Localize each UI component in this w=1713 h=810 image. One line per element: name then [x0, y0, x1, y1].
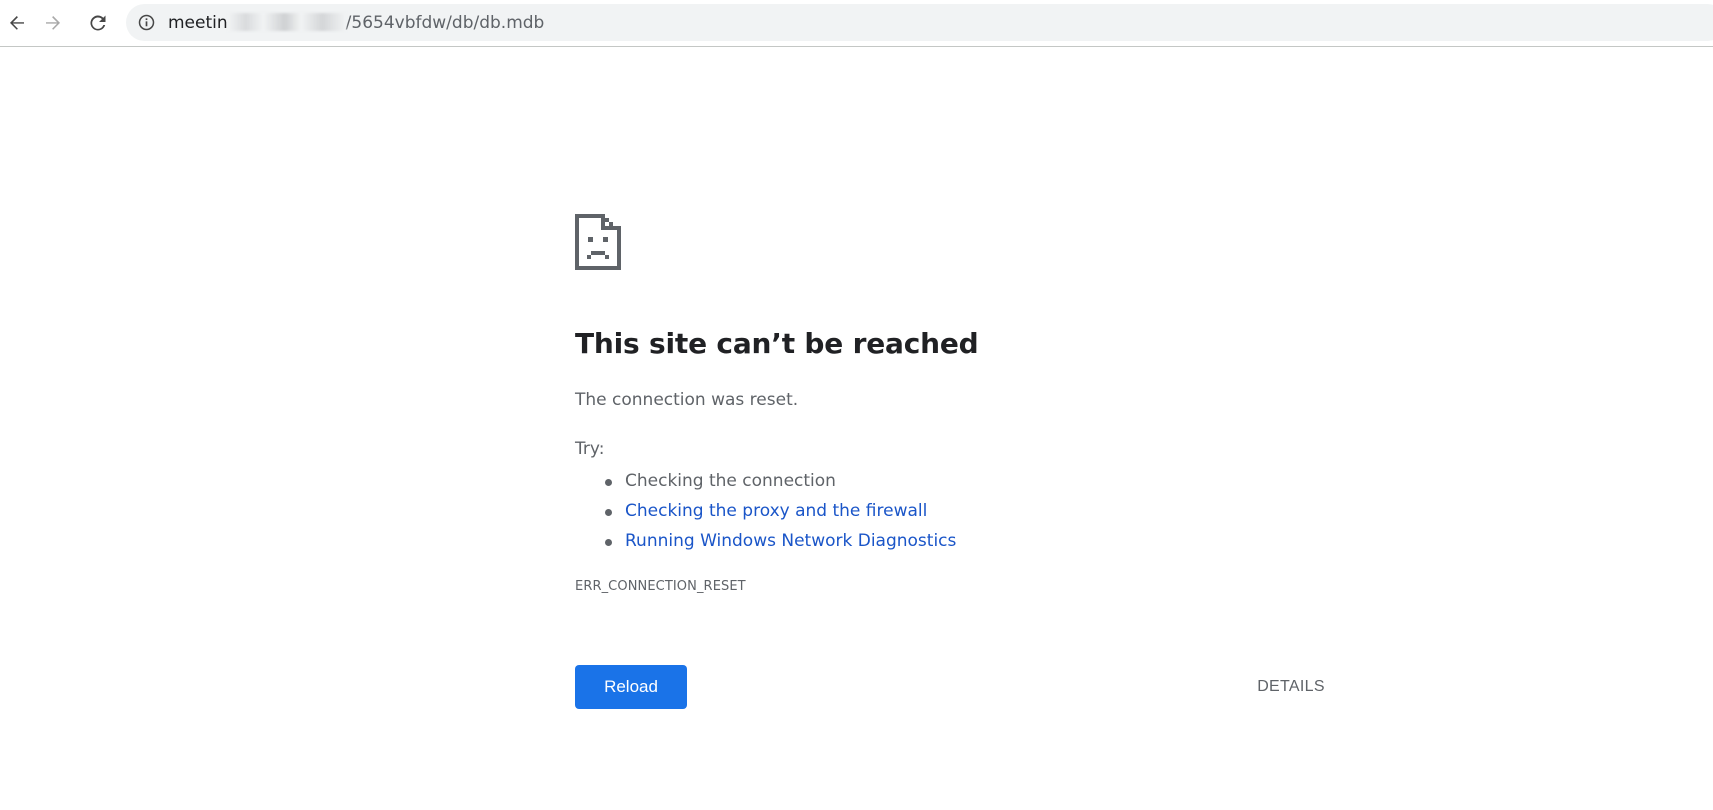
suggestion-proxy-firewall-link[interactable]: Checking the proxy and the firewall — [604, 496, 956, 526]
url-redacted-segment — [227, 13, 346, 31]
error-reason: The connection was reset. — [575, 390, 799, 410]
reload-page-button[interactable] — [83, 8, 113, 38]
back-button[interactable] — [2, 8, 32, 38]
try-label: Try: — [575, 439, 605, 459]
reload-button[interactable]: Reload — [575, 665, 687, 709]
url-text[interactable]: meetin/5654vbfdw/db/db.mdb — [168, 13, 544, 33]
error-code: ERR_CONNECTION_RESET — [575, 579, 746, 594]
forward-button[interactable] — [38, 8, 68, 38]
suggestions-list: Checking the connection Checking the pro… — [575, 466, 956, 556]
details-button[interactable]: DETAILS — [1243, 665, 1339, 709]
browser-toolbar: meetin/5654vbfdw/db/db.mdb — [0, 0, 1713, 47]
reload-icon — [90, 15, 106, 31]
suggestion-network-diagnostics-link[interactable]: Running Windows Network Diagnostics — [604, 526, 956, 556]
error-heading: This site can’t be reached — [575, 327, 979, 360]
info-circle-icon[interactable] — [138, 14, 155, 31]
address-bar[interactable]: meetin/5654vbfdw/db/db.mdb — [126, 4, 1713, 41]
suggestion-check-connection: Checking the connection — [604, 466, 956, 496]
url-host: meetin — [168, 13, 228, 33]
arrow-right-icon — [46, 16, 60, 30]
sad-page-icon — [575, 214, 621, 270]
url-path: /5654vbfdw/db/db.mdb — [345, 13, 545, 33]
arrow-left-icon — [10, 16, 24, 30]
